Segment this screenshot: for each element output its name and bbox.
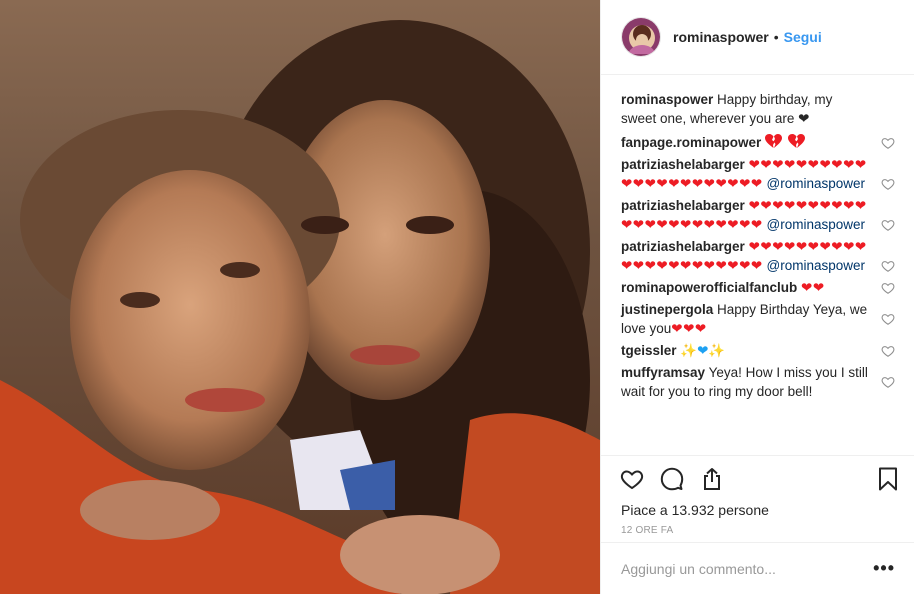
red-heart-icon: ❤❤❤ bbox=[671, 321, 707, 336]
comment-username[interactable]: tgeissler bbox=[621, 343, 677, 358]
follow-button[interactable]: Segui bbox=[784, 29, 822, 45]
comment-item: muffyramsay Yeya! How I miss you I still… bbox=[621, 363, 895, 401]
broken-heart-icon bbox=[765, 134, 807, 150]
post-side-panel: rominaspower • Segui rominaspower Happy … bbox=[600, 0, 914, 594]
timestamp[interactable]: 12 ORE FA bbox=[621, 525, 673, 536]
comment-like-icon[interactable] bbox=[881, 281, 895, 295]
bookmark-icon[interactable] bbox=[873, 464, 903, 494]
black-heart-icon: ❤ bbox=[798, 111, 810, 126]
post-header: rominaspower • Segui bbox=[601, 0, 914, 75]
blue-heart-icon: ❤ bbox=[697, 343, 709, 358]
comment-like-icon[interactable] bbox=[881, 312, 895, 326]
comment-username[interactable]: patriziashelabarger bbox=[621, 239, 745, 254]
action-bar bbox=[617, 464, 903, 496]
comment-like-icon[interactable] bbox=[881, 259, 895, 273]
comment-item: rominapowerofficialfanclub ❤❤ bbox=[621, 278, 895, 297]
sparkles-icon: ✨ bbox=[680, 343, 698, 358]
likes-count[interactable]: Piace a 13.932 persone bbox=[621, 502, 769, 518]
heart-outline-icon[interactable] bbox=[617, 464, 647, 494]
comment-like-icon[interactable] bbox=[881, 375, 895, 389]
comment-item: patriziashelabarger ❤❤❤❤❤❤❤❤❤❤❤❤❤❤❤❤❤❤❤❤… bbox=[621, 237, 895, 275]
comment-item: justinepergola Happy Birthday Yeya, we l… bbox=[621, 300, 895, 338]
comment-username[interactable]: fanpage.rominapower bbox=[621, 135, 761, 150]
comment-mention[interactable]: @rominaspower bbox=[767, 217, 866, 232]
sparkles-icon: ✨ bbox=[708, 343, 726, 358]
comment-username[interactable]: patriziashelabarger bbox=[621, 198, 745, 213]
comment-item: patriziashelabarger ❤❤❤❤❤❤❤❤❤❤❤❤❤❤❤❤❤❤❤❤… bbox=[621, 155, 895, 193]
comment-username[interactable]: muffyramsay bbox=[621, 365, 705, 380]
avatar[interactable] bbox=[621, 17, 661, 57]
comment-like-icon[interactable] bbox=[881, 218, 895, 232]
comment-input[interactable] bbox=[621, 560, 874, 577]
comment-item: fanpage.rominapower bbox=[621, 133, 895, 152]
comment-mention[interactable]: @rominaspower bbox=[767, 176, 866, 191]
comment-item: patriziashelabarger ❤❤❤❤❤❤❤❤❤❤❤❤❤❤❤❤❤❤❤❤… bbox=[621, 196, 895, 234]
header-separator: • bbox=[773, 29, 779, 45]
comment-mention[interactable]: @rominaspower bbox=[767, 258, 866, 273]
share-icon[interactable] bbox=[697, 464, 727, 494]
comment-username[interactable]: patriziashelabarger bbox=[621, 157, 745, 172]
red-heart-icon: ❤❤ bbox=[801, 280, 825, 295]
caption-username[interactable]: rominaspower bbox=[621, 92, 713, 107]
comment-username[interactable]: justinepergola bbox=[621, 302, 713, 317]
comment-icon[interactable] bbox=[657, 464, 687, 494]
photo-image bbox=[0, 0, 600, 594]
caption: rominaspower Happy birthday, my sweet on… bbox=[621, 90, 895, 128]
comments-list[interactable]: rominaspower Happy birthday, my sweet on… bbox=[601, 76, 914, 454]
add-comment-bar: ••• bbox=[601, 542, 914, 594]
comment-like-icon[interactable] bbox=[881, 344, 895, 358]
comment-item: tgeissler ✨❤✨ bbox=[621, 341, 895, 360]
comment-like-icon[interactable] bbox=[881, 177, 895, 191]
post-photo[interactable] bbox=[0, 0, 600, 594]
more-options-icon[interactable]: ••• bbox=[873, 558, 895, 579]
comment-like-icon[interactable] bbox=[881, 136, 895, 150]
comment-username[interactable]: rominapowerofficialfanclub bbox=[621, 280, 797, 295]
header-username[interactable]: rominaspower bbox=[673, 29, 769, 45]
